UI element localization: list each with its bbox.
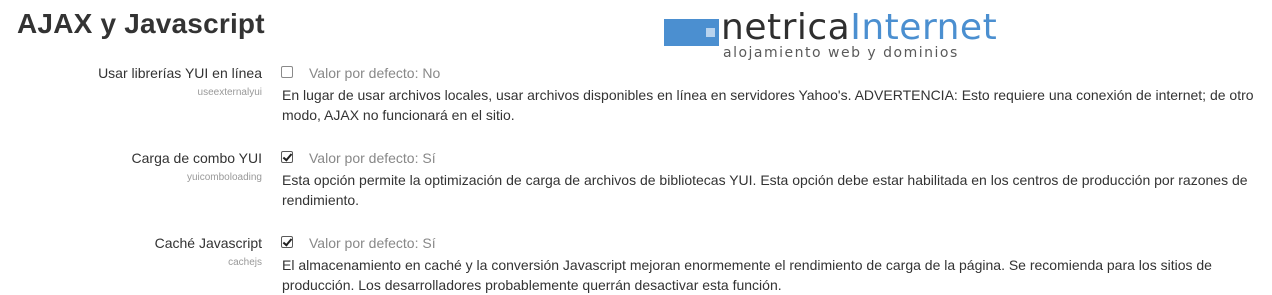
cachejs-checkbox[interactable] [281,236,293,248]
logo-text-dark: netrica [721,7,851,48]
netrica-internet-logo[interactable]: netricaInternet alojamiento web y domini… [664,8,1004,64]
setting-description: Esta opción permite la optimización de c… [282,172,1248,208]
default-value: Valor por defecto: No [309,65,441,81]
setting-label: Caché Javascript [154,235,262,251]
logo-text-blue: Internet [850,7,998,48]
setting-key: yuicomboloading [186,172,262,183]
page-title: AJAX y Javascript [17,8,265,39]
setting-label: Carga de combo YUI [131,150,262,166]
setting-description: En lugar de usar archivos locales, usar … [282,87,1254,123]
setting-description: El almacenamiento en caché y la conversi… [282,257,1212,293]
logo-wordmark: netricaInternet [721,8,997,48]
yuicomboloading-checkbox[interactable] [281,151,293,163]
logo-bar-icon [664,19,719,46]
setting-label: Usar librerías YUI en línea [98,65,262,81]
setting-key: cachejs [228,257,262,268]
useexternalyui-checkbox[interactable] [281,66,293,78]
logo-tagline: alojamiento web y dominios [723,45,959,61]
logo-bar-square [706,28,715,37]
setting-key: useexternalyui [197,87,262,98]
default-value: Valor por defecto: Sí [309,235,436,251]
default-value: Valor por defecto: Sí [309,150,436,166]
